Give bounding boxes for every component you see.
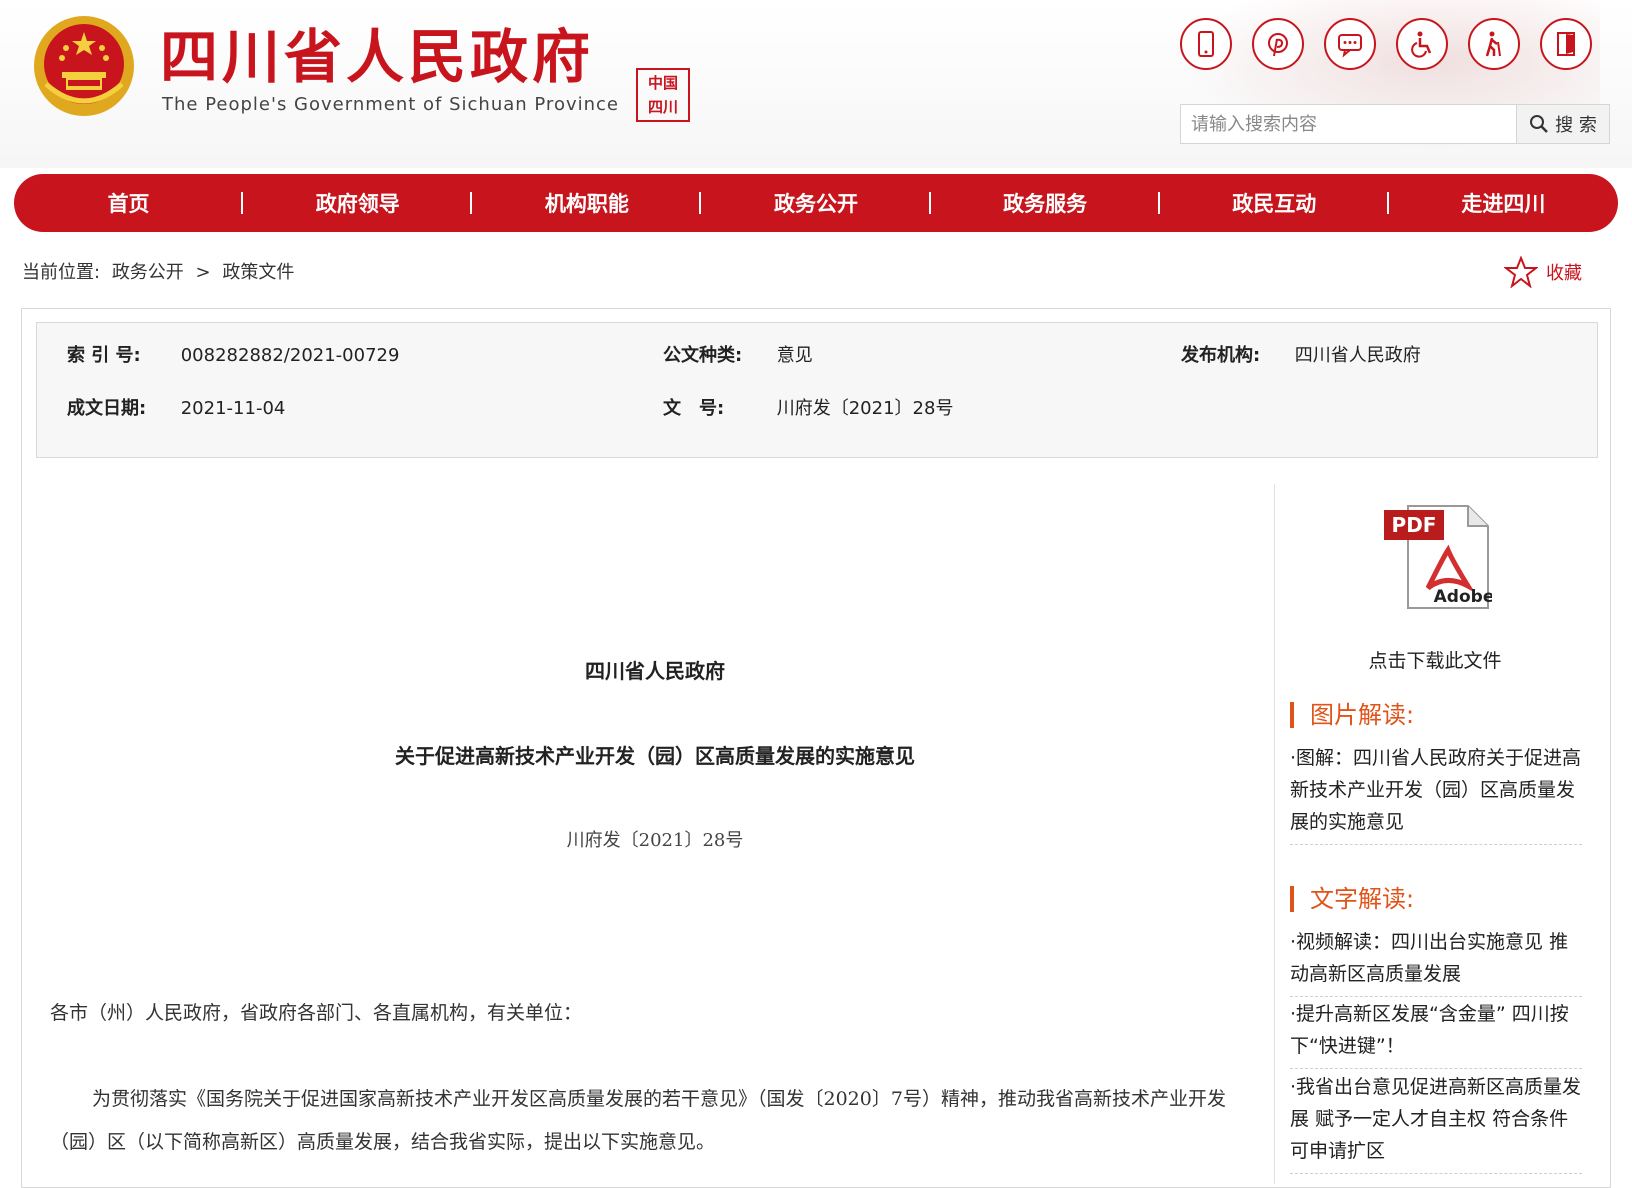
meta-date-label: 成文日期: bbox=[67, 398, 147, 419]
search-icon bbox=[1530, 115, 1549, 133]
pdf-badge-text: PDF bbox=[1392, 513, 1437, 537]
picture-interpretation-link[interactable]: ·图解：四川省人民政府关于促进高新技术产业开发（园）区高质量发展的实施意见 bbox=[1290, 742, 1582, 845]
mobile-icon[interactable] bbox=[1180, 18, 1232, 70]
meta-type-label: 公文种类: bbox=[663, 345, 743, 366]
nav-agencies[interactable]: 机构职能 bbox=[472, 188, 702, 218]
document-issuer: 四川省人民政府 bbox=[585, 659, 725, 683]
meta-docno-label: 文 号: bbox=[663, 398, 725, 419]
document-meta: 索 引 号: 008282882/2021-00729 公文种类: 意见 发布机… bbox=[36, 322, 1598, 458]
meta-index-label: 索 引 号: bbox=[67, 345, 141, 366]
exit-icon[interactable] bbox=[1540, 18, 1592, 70]
text-interpretation-heading: 文字解读: bbox=[1290, 886, 1414, 912]
meta-publisher-value: 四川省人民政府 bbox=[1294, 345, 1421, 366]
nav-interaction[interactable]: 政民互动 bbox=[1160, 188, 1389, 218]
meta-publisher-label: 发布机构: bbox=[1181, 345, 1261, 366]
main-nav: 首页 政府领导 机构职能 政务公开 政务服务 政民互动 走进四川 bbox=[14, 174, 1618, 232]
breadcrumb-label: 当前位置: bbox=[22, 262, 101, 283]
nav-public-affairs[interactable]: 政务公开 bbox=[701, 188, 931, 218]
nav-about-sichuan[interactable]: 走进四川 bbox=[1389, 188, 1618, 218]
site-subtitle: The People's Government of Sichuan Provi… bbox=[162, 94, 619, 115]
nav-services[interactable]: 政务服务 bbox=[931, 188, 1160, 218]
text-interpretation-link[interactable]: ·提升高新区发展“含金量” 四川按下“快进键”！ bbox=[1290, 998, 1582, 1069]
site-title: 四川省人民政府 bbox=[160, 23, 595, 91]
nav-home[interactable]: 首页 bbox=[14, 188, 244, 218]
text-interpretation-link[interactable]: ·我省出台意见促进高新区高质量发展 赋予一定人才自主权 符合条件可申请扩区 bbox=[1290, 1071, 1582, 1174]
breadcrumb-public-affairs[interactable]: 政务公开 bbox=[112, 262, 184, 283]
breadcrumb: 当前位置: 政务公开 > 政策文件 bbox=[22, 258, 300, 284]
meta-index: 索 引 号: 008282882/2021-00729 bbox=[67, 341, 399, 367]
meta-docno: 文 号: 川府发〔2021〕28号 bbox=[663, 394, 953, 420]
document-number: 川府发〔2021〕28号 bbox=[566, 830, 744, 851]
text-interpretation-link[interactable]: ·视频解读：四川出台实施意见 推动高新区高质量发展 bbox=[1290, 926, 1582, 997]
national-emblem-icon bbox=[34, 16, 134, 116]
accessibility-icon[interactable] bbox=[1396, 18, 1448, 70]
pdf-download-link[interactable]: 点击下载此文件 bbox=[1290, 646, 1580, 673]
meta-date: 成文日期: 2021-11-04 bbox=[67, 394, 285, 420]
meta-docno-value: 川府发〔2021〕28号 bbox=[776, 398, 954, 419]
star-icon bbox=[1504, 256, 1538, 288]
nav-leadership[interactable]: 政府领导 bbox=[243, 188, 473, 218]
meta-publisher: 发布机构: 四川省人民政府 bbox=[1181, 341, 1421, 367]
pdf-brand-text: Adobe bbox=[1434, 587, 1492, 607]
china-sichuan-seal: 中国 四川 bbox=[636, 68, 690, 122]
meta-date-value: 2021-11-04 bbox=[180, 398, 286, 419]
search-input[interactable] bbox=[1181, 105, 1516, 143]
sidebar-divider bbox=[1274, 484, 1275, 1184]
message-icon[interactable] bbox=[1324, 18, 1376, 70]
document-paragraph: 为贯彻落实《国务院关于促进国家高新技术产业开发区高质量发展的若干意见》（国发〔2… bbox=[50, 1088, 1226, 1153]
site-header: 四川省人民政府 The People's Government of Sichu… bbox=[0, 0, 1632, 168]
breadcrumb-separator: > bbox=[195, 262, 211, 283]
meta-type: 公文种类: 意见 bbox=[663, 341, 813, 367]
document-title: 关于促进高新技术产业开发（园）区高质量发展的实施意见 bbox=[395, 744, 915, 768]
pdf-download-icon[interactable]: PDF Adobe bbox=[1384, 500, 1492, 612]
picture-interpretation-heading: 图片解读: bbox=[1290, 702, 1414, 728]
document-salutation: 各市（州）人民政府，省政府各部门、各直属机构，有关单位： bbox=[50, 1002, 583, 1024]
search-button[interactable]: 搜 索 bbox=[1516, 105, 1609, 143]
meta-type-value: 意见 bbox=[776, 345, 813, 366]
favorite-button[interactable]: 收藏 bbox=[1504, 256, 1582, 288]
toolbar-icons bbox=[1180, 18, 1592, 70]
breadcrumb-policy-docs[interactable]: 政策文件 bbox=[222, 262, 294, 283]
search-button-label: 搜 索 bbox=[1555, 115, 1597, 136]
favorite-label: 收藏 bbox=[1546, 263, 1582, 284]
meta-index-value: 008282882/2021-00729 bbox=[180, 345, 400, 366]
search-box: 搜 索 bbox=[1180, 104, 1610, 144]
elderly-icon[interactable] bbox=[1468, 18, 1520, 70]
pinterest-icon[interactable] bbox=[1252, 18, 1304, 70]
